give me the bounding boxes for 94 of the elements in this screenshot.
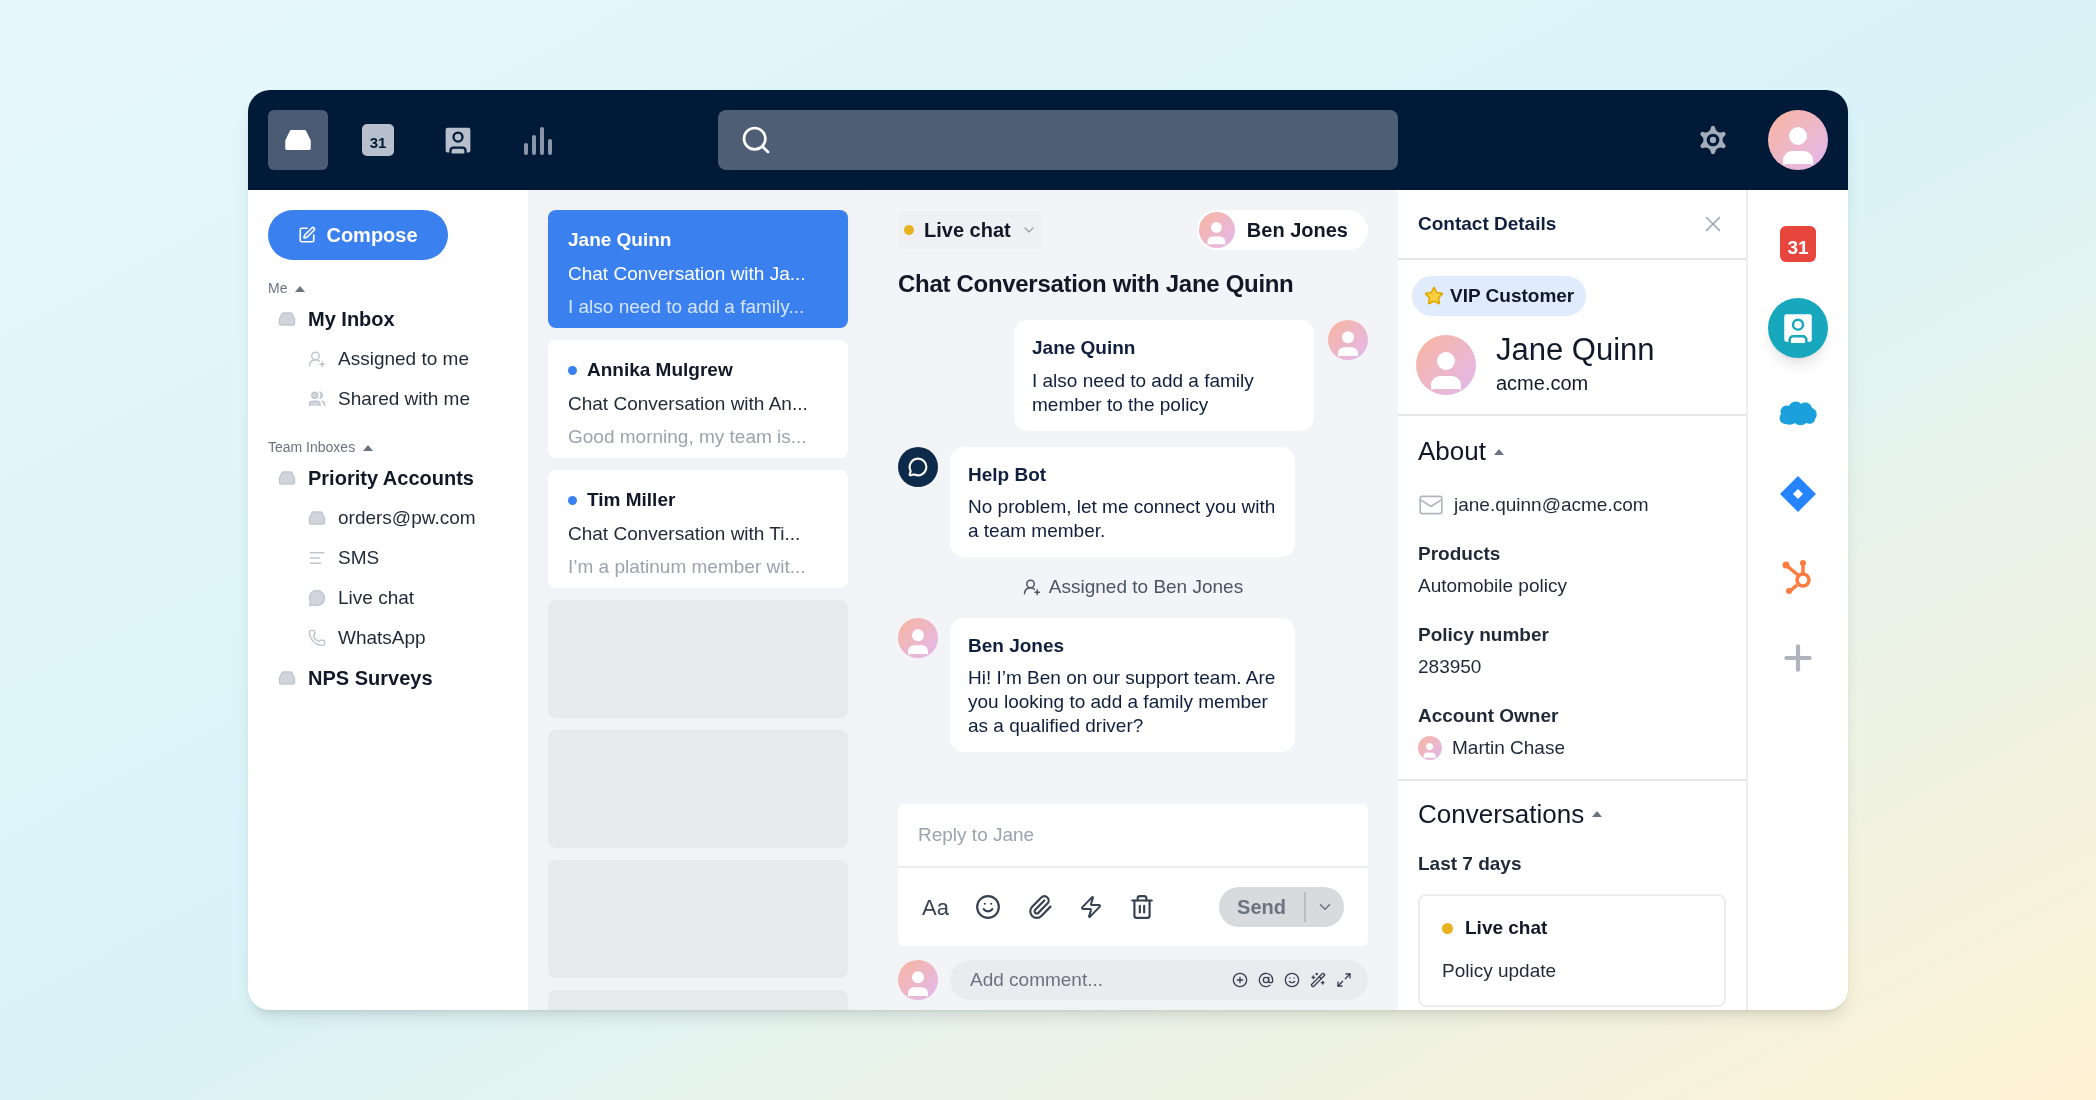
inbox-icon bbox=[278, 310, 296, 328]
magic-wand-icon[interactable] bbox=[1310, 972, 1326, 988]
sidebar-item[interactable]: orders@pw.com bbox=[268, 498, 508, 538]
period-label: Last 7 days bbox=[1418, 851, 1523, 876]
conversation-subject: Chat Conversation with Ja... bbox=[568, 261, 807, 286]
add-icon[interactable] bbox=[1232, 972, 1248, 988]
users-icon bbox=[308, 390, 326, 408]
paperclip-icon[interactable] bbox=[1026, 894, 1053, 920]
comment-field[interactable]: Add comment... bbox=[950, 960, 1368, 1000]
inbox-icon bbox=[278, 469, 296, 487]
lines-icon bbox=[308, 549, 326, 567]
sidebar-item[interactable]: Shared with me bbox=[268, 379, 508, 419]
nav-tab[interactable]: 31 bbox=[348, 110, 408, 170]
search-field[interactable] bbox=[718, 110, 1398, 170]
conversation-card[interactable]: Annika Mulgrew Chat Conversation with An... Good morning, my team is... bbox=[548, 340, 848, 458]
star-icon bbox=[1424, 286, 1444, 306]
caret-up-icon[interactable] bbox=[363, 444, 374, 451]
sidebar-item[interactable]: Assigned to me bbox=[268, 339, 508, 379]
panel-title: Contact Details bbox=[1418, 211, 1557, 236]
diamond-icon bbox=[1779, 475, 1817, 513]
avatar bbox=[898, 617, 938, 658]
pen-icon bbox=[298, 226, 317, 244]
phone-icon bbox=[308, 629, 326, 647]
emoji-icon[interactable] bbox=[1284, 972, 1300, 988]
email: jane.quinn@acme.com bbox=[1454, 493, 1649, 517]
compose-button[interactable]: Compose bbox=[268, 210, 448, 260]
sidebar-item[interactable]: NPS Surveys bbox=[268, 658, 508, 698]
message-text: Hi! I’m Ben on our support team. Are you looking to add a family member as a qualified driver? bbox=[968, 666, 1277, 738]
field-value: Automobile policy bbox=[1418, 574, 1568, 598]
conversation-summary-card[interactable]: Live chat Policy update bbox=[1418, 894, 1726, 1007]
mention-icon[interactable] bbox=[1258, 972, 1274, 988]
message-preview: I also need to add a family... bbox=[568, 295, 806, 319]
chat-bubble-icon bbox=[308, 589, 326, 607]
company: acme.com bbox=[1496, 371, 1590, 396]
user-plus-icon bbox=[308, 350, 326, 368]
contact-name: Jane Quinn bbox=[568, 228, 672, 252]
avatar bbox=[1328, 320, 1368, 360]
section-heading: About bbox=[1418, 435, 1486, 468]
field-label: Policy number bbox=[1418, 622, 1550, 647]
lightning-icon[interactable] bbox=[1078, 895, 1103, 919]
section-label: Team Inboxes bbox=[268, 438, 356, 457]
conversation-subject: Chat Conversation with An... bbox=[568, 391, 809, 416]
avatar bbox=[1416, 335, 1476, 395]
section-heading: Conversations bbox=[1418, 797, 1585, 831]
avatar bbox=[898, 960, 938, 1000]
message-preview: I’m a platinum member wit... bbox=[568, 555, 807, 579]
expand-icon[interactable] bbox=[1336, 972, 1352, 988]
nav-tab[interactable] bbox=[268, 110, 328, 170]
message-text: No problem, let me connect you with a team member. bbox=[968, 495, 1277, 543]
section-label: Me bbox=[268, 279, 288, 298]
field-label: Account Owner bbox=[1418, 703, 1560, 728]
channel-dropdown[interactable]: Live chat bbox=[898, 211, 1043, 249]
sidebar-item[interactable]: WhatsApp bbox=[268, 618, 508, 658]
caret-up-icon[interactable] bbox=[295, 285, 306, 292]
conversation-subject: Chat Conversation with Ti... bbox=[568, 521, 802, 546]
caret-up-icon[interactable] bbox=[1493, 448, 1504, 455]
avatar bbox=[1768, 110, 1828, 170]
message-text: I also need to add a family member to the policy bbox=[1032, 368, 1255, 417]
calendar-icon: 31 bbox=[362, 124, 394, 156]
sidebar-item[interactable]: Live chat bbox=[268, 578, 508, 618]
message-preview: Good morning, my team is... bbox=[568, 425, 808, 449]
sidebar-item[interactable]: SMS bbox=[268, 538, 508, 578]
channel-name: Live chat bbox=[1465, 916, 1548, 940]
bot-avatar bbox=[898, 446, 938, 487]
contact-name: Annika Mulgrew bbox=[587, 358, 733, 382]
message-author: Jane Quinn bbox=[1032, 336, 1137, 360]
avatar bbox=[1198, 212, 1235, 248]
event-text: Assigned to Ben Jones bbox=[1048, 575, 1244, 599]
conversation-subject: Policy update bbox=[1442, 958, 1558, 983]
field-value: Martin Chase bbox=[1452, 736, 1565, 760]
assignee-chip[interactable]: Ben Jones bbox=[1196, 210, 1368, 250]
calendar-icon: 31 bbox=[1780, 226, 1816, 262]
field-value: 283950 bbox=[1418, 655, 1483, 679]
contact-name: Tim Miller bbox=[587, 488, 676, 512]
conversation-card[interactable]: Jane Quinn Chat Conversation with Ja... I also need to add a family... bbox=[548, 210, 848, 328]
message-author: Help Bot bbox=[968, 462, 1048, 487]
message-author: Ben Jones bbox=[968, 633, 1066, 658]
field-label: Products bbox=[1418, 541, 1502, 566]
contact-name: Jane Quinn bbox=[1496, 332, 1655, 368]
sidebar-item[interactable]: Priority Accounts bbox=[268, 458, 508, 498]
app-button[interactable]: 31 bbox=[1768, 216, 1828, 272]
conversation-title: Chat Conversation with Jane Quinn bbox=[898, 269, 1295, 299]
conversation-card[interactable]: Tim Miller Chat Conversation with Ti... I’m a platinum member wit... bbox=[548, 470, 848, 588]
emoji-icon[interactable] bbox=[974, 894, 1001, 920]
caret-up-icon[interactable] bbox=[1592, 811, 1603, 817]
vip-tag: VIP Customer bbox=[1412, 276, 1587, 316]
inbox-icon bbox=[308, 509, 326, 527]
avatar bbox=[1418, 736, 1442, 761]
assign-icon bbox=[1022, 578, 1041, 597]
sidebar-item[interactable]: My Inbox bbox=[268, 299, 508, 339]
search-icon bbox=[740, 124, 772, 156]
inbox-icon bbox=[278, 669, 296, 687]
app-button[interactable] bbox=[1768, 298, 1828, 358]
trash-icon[interactable] bbox=[1128, 894, 1155, 920]
